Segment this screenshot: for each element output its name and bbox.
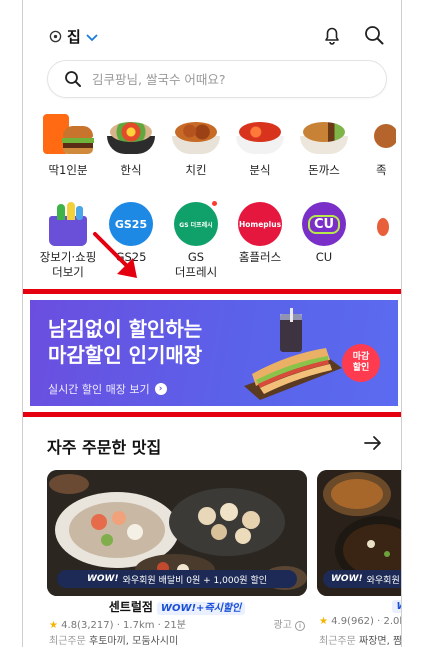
info-icon: i: [295, 621, 305, 631]
category-pork-cutlet[interactable]: 돈까스: [292, 114, 356, 178]
category-partial[interactable]: 족: [356, 114, 396, 178]
location-pin-icon: [49, 30, 62, 43]
search-input[interactable]: [92, 71, 362, 87]
restaurant-photo: WOW! 와우회원: [317, 470, 401, 596]
search-icon: [65, 71, 81, 87]
store-logo: [375, 202, 395, 246]
section-title: 자주 주문한 맛집: [47, 438, 162, 457]
promo-banner[interactable]: 남김없이 할인하는 마감할인 인기매장 실시간 할인 매장 보기 › 마감 할인: [30, 300, 398, 406]
app-screen: 집 딱1인: [22, 0, 402, 647]
restaurant-name: WOW: [317, 598, 401, 613]
star-icon: ★: [319, 616, 328, 627]
deadline-sale-badge: 마감 할인: [342, 344, 380, 382]
category-label: 분식: [249, 163, 271, 177]
new-dot: [212, 201, 217, 206]
food-image: [370, 114, 396, 156]
cu-logo: CU: [302, 202, 346, 246]
category-korean[interactable]: 한식: [99, 114, 163, 178]
category-1-serving[interactable]: 딱1인분: [36, 114, 100, 178]
restaurant-card[interactable]: WOW! 와우회원 WOW ★ 4.9(962) · 2.0k 최근주문 짜장면…: [317, 470, 402, 647]
category-snack[interactable]: 분식: [228, 114, 292, 178]
chevron-down-icon: [86, 33, 98, 41]
star-icon: ★: [49, 620, 58, 631]
category-chicken[interactable]: 치킨: [164, 114, 228, 178]
top-header: 집: [23, 22, 401, 52]
store-partial[interactable]: [375, 202, 395, 246]
category-label: 족: [376, 163, 387, 177]
chicken-image: [169, 114, 223, 156]
location-selector[interactable]: 집: [49, 26, 98, 47]
pointer-arrow-icon: [93, 232, 137, 278]
restaurant-name: 센트럴점 WOW!+즉시할인: [47, 598, 307, 615]
shopping-bag-icon: [43, 202, 93, 248]
category-label: 치킨: [185, 163, 207, 177]
recent-order: 최근주문 짜장면, 짬: [319, 636, 402, 647]
tteokbokki-image: [233, 114, 287, 156]
restaurant-card[interactable]: WOW! 와우회원 배달비 0원 + 1,000원 할인 센트럴점 WOW!+즉시…: [47, 470, 307, 647]
restaurant-meta: ★ 4.8(3,217) · 1.7km · 21분: [49, 620, 186, 631]
search-bar[interactable]: [47, 60, 387, 98]
category-label: 한식: [120, 163, 142, 177]
restaurant-meta: ★ 4.9(962) · 2.0k: [319, 616, 401, 627]
category-label: 돈까스: [308, 163, 340, 177]
store-label: CU: [315, 250, 333, 264]
store-gs-fresh[interactable]: GS 더프레시 GS 더프레시: [164, 201, 228, 280]
search-icon[interactable]: [363, 24, 385, 46]
bell-icon[interactable]: [321, 24, 343, 46]
pork-cutlet-image: [297, 114, 351, 156]
arrow-right-icon[interactable]: [363, 434, 383, 452]
banner-cta[interactable]: 실시간 할인 매장 보기 ›: [48, 381, 167, 397]
wow-promo-bar: WOW! 와우회원 배달비 0원 + 1,000원 할인: [57, 570, 297, 588]
wow-tag: WOW: [392, 600, 401, 613]
recent-order: 최근주문 후토마끼, 모둠사시미: [49, 636, 179, 647]
store-homeplus[interactable]: Homeplus 홈플러스: [228, 202, 292, 265]
location-label: 집: [67, 28, 81, 46]
chevron-right-icon: ›: [154, 383, 167, 395]
homeplus-logo: Homeplus: [238, 202, 282, 246]
highlight-box: 남김없이 할인하는 마감할인 인기매장 실시간 할인 매장 보기 › 마감 할인: [23, 289, 401, 417]
bibimbap-image: [104, 114, 158, 156]
restaurant-photo: WOW! 와우회원 배달비 0원 + 1,000원 할인: [47, 470, 307, 596]
gs-fresh-logo: GS 더프레시: [174, 201, 218, 246]
ad-label[interactable]: 광고 i: [273, 616, 305, 631]
store-cu[interactable]: CU CU: [292, 202, 356, 265]
wow-promo-bar: WOW! 와우회원: [323, 570, 401, 588]
category-1-serving-image: [41, 114, 95, 156]
store-label: GS 더프레시: [174, 250, 218, 279]
banner-title-line1: 남김없이 할인하는: [48, 317, 203, 341]
store-label: 홈플러스: [238, 250, 282, 264]
category-label: 딱1인분: [48, 163, 88, 177]
wow-instant-discount-tag: WOW!+즉시할인: [156, 602, 246, 615]
banner-title-line2: 마감할인 인기매장: [48, 343, 203, 367]
